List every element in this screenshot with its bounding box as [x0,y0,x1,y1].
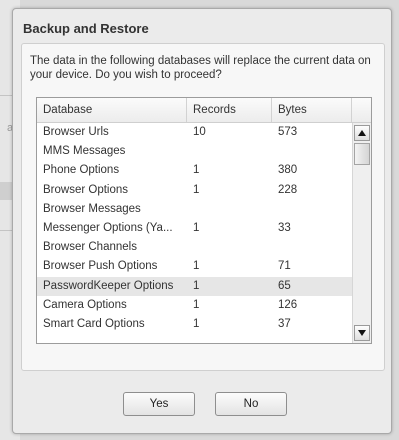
cell-bytes: 37 [278,317,291,330]
chevron-down-icon [358,330,366,336]
table-row[interactable]: Smart Card Options 1 37 [37,315,352,334]
cell-database: MMS Messages [43,145,126,158]
cell-records: 1 [193,279,200,292]
cell-bytes: 65 [278,279,291,292]
cell-bytes: 228 [278,183,298,196]
cell-records: 1 [193,164,200,177]
cell-database: PasswordKeeper Options [43,279,174,292]
cell-records: 1 [193,260,200,273]
table-row[interactable]: Phone Options 1 380 [37,161,352,180]
backup-restore-dialog: Backup and Restore The data in the follo… [12,8,392,434]
cell-records: 1 [193,317,200,330]
table-row[interactable]: Camera Options 1 126 [37,296,352,315]
database-table: Database Records Bytes Browser Urls 10 573… [36,97,372,344]
column-header-filler [352,98,371,122]
scroll-up-button[interactable] [354,125,370,141]
cell-database: Smart Card Options [43,317,145,330]
scroll-thumb[interactable] [354,143,370,165]
cell-database: Browser Options [43,183,129,196]
cell-bytes: 380 [278,164,298,177]
cell-records: 1 [193,298,200,311]
cell-database: Browser Messages [43,202,141,215]
cell-database: Phone Options [43,164,120,177]
cell-bytes: 71 [278,260,291,273]
cell-database: Messenger Options (Ya... [43,221,173,234]
yes-button[interactable]: Yes [123,392,195,416]
cell-bytes: 573 [278,126,298,138]
table-header: Database Records Bytes [37,98,371,123]
cell-bytes: 126 [278,298,298,311]
dialog-content-panel: The data in the following databases will… [21,43,385,371]
table-body: Browser Urls 10 573 MMS Messages Phone Optio… [37,123,352,334]
cell-database: Camera Options [43,298,127,311]
table-row[interactable]: Browser Urls 10 573 [37,123,352,142]
column-header-bytes[interactable]: Bytes [272,98,352,122]
no-button[interactable]: No [215,392,287,416]
table-row[interactable]: Browser Channels [37,238,352,257]
chevron-up-icon [358,130,366,136]
cell-database: Browser Channels [43,241,137,254]
column-header-records[interactable]: Records [187,98,272,122]
cell-records: 1 [193,183,200,196]
dialog-title: Backup and Restore [23,21,149,36]
table-row[interactable]: Messenger Options (Ya... 1 33 [37,219,352,238]
table-scrollbar[interactable] [352,123,371,343]
table-row[interactable]: Browser Options 1 228 [37,181,352,200]
confirmation-message: The data in the following databases will… [30,55,371,81]
column-header-database[interactable]: Database [37,98,187,122]
table-row[interactable]: Browser Push Options 1 71 [37,257,352,276]
cell-bytes: 33 [278,221,291,234]
cell-records: 10 [193,126,206,138]
scroll-down-button[interactable] [354,325,370,341]
cell-records: 1 [193,221,200,234]
cell-database: Browser Push Options [43,260,158,273]
table-row[interactable]: MMS Messages [37,142,352,161]
cell-database: Browser Urls [43,126,109,138]
table-row[interactable]: Browser Messages [37,200,352,219]
table-row[interactable]: PasswordKeeper Options 1 65 [37,276,352,296]
